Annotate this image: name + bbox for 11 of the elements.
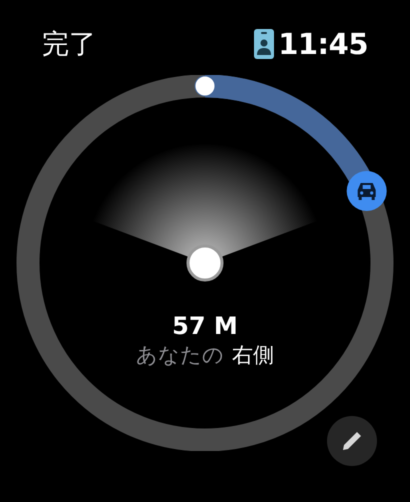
direction-prefix: あなたの — [136, 342, 224, 369]
heading-marker — [194, 76, 216, 96]
pencil-icon — [340, 429, 364, 453]
clock-time: 11:45 — [278, 27, 368, 61]
car-icon — [346, 171, 387, 211]
done-button[interactable]: 完了 — [42, 26, 96, 62]
edit-button[interactable] — [327, 416, 377, 466]
direction-label: 右側 — [232, 342, 274, 369]
distance-value: 57 M — [172, 311, 238, 341]
location-dot — [186, 244, 224, 282]
badge-icon — [254, 29, 274, 59]
